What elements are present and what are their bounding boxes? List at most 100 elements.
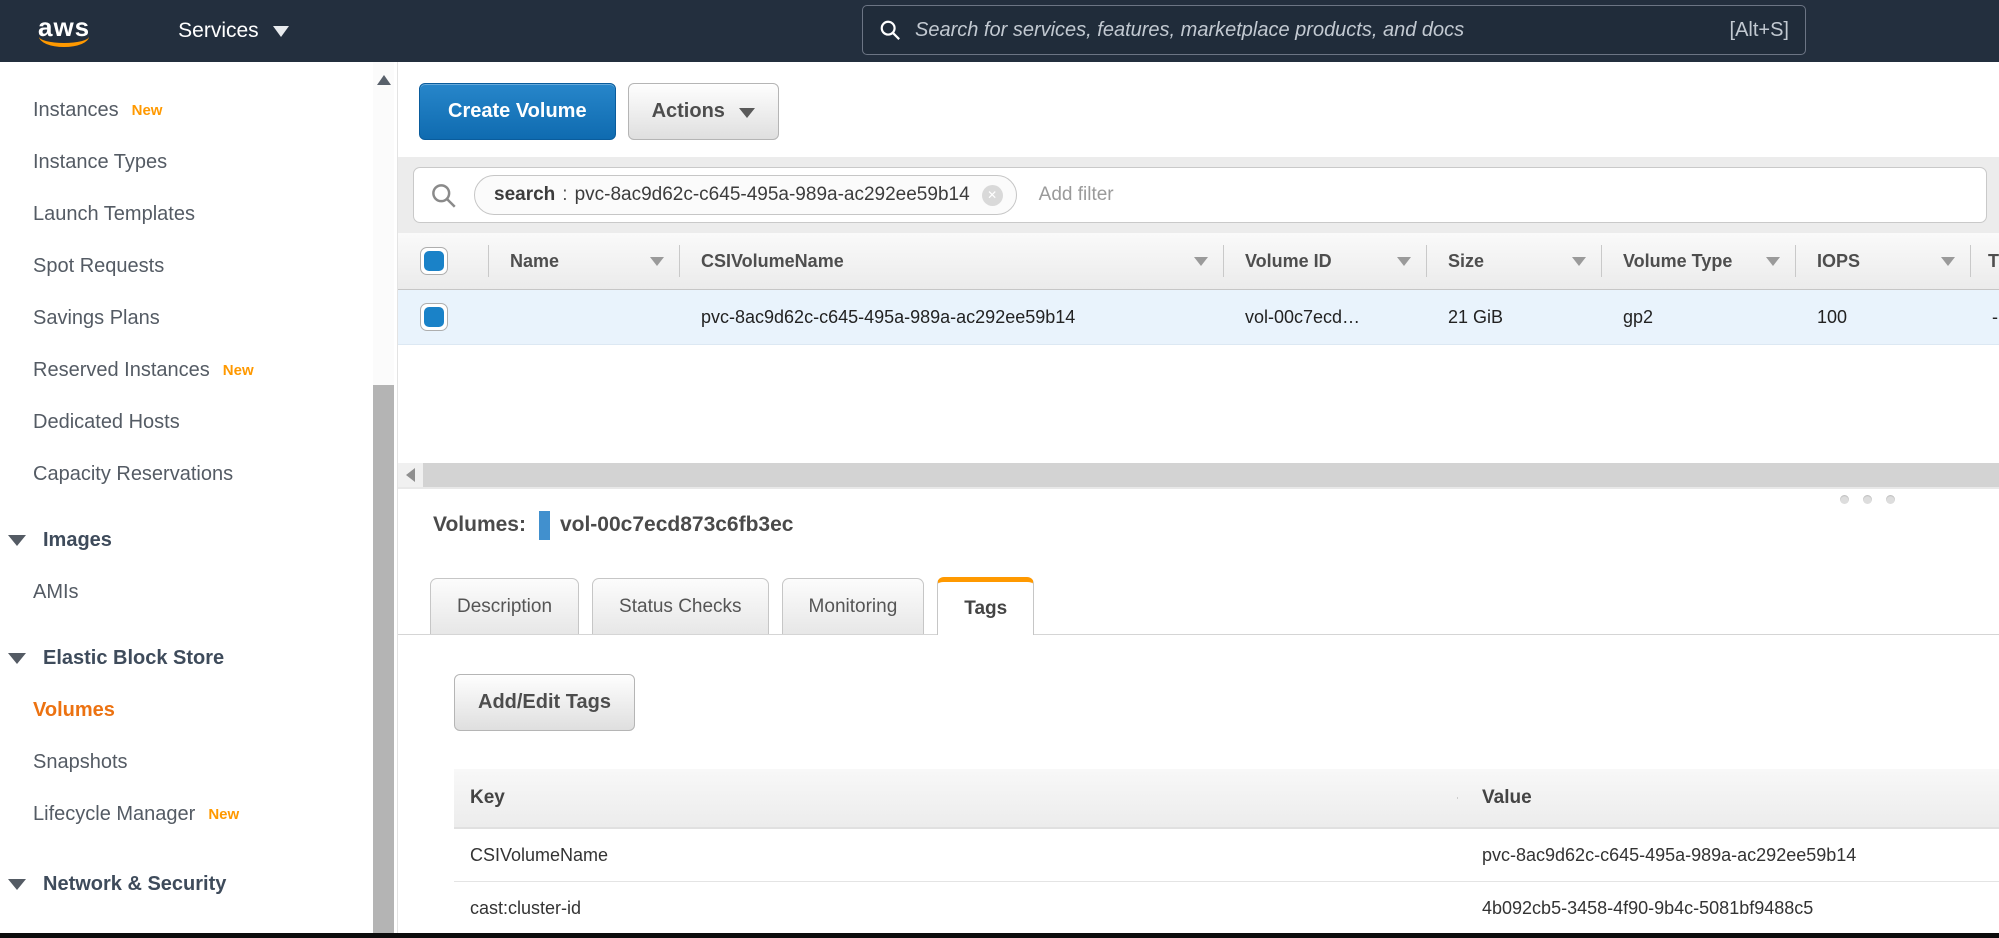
sidebar-section-label: Network & Security xyxy=(43,873,226,896)
create-volume-button[interactable]: Create Volume xyxy=(419,83,616,140)
scrollbar-thumb[interactable] xyxy=(373,385,394,938)
tab-status-checks[interactable]: Status Checks xyxy=(592,578,769,634)
tags-tab-content: Add/Edit Tags Key Value CSIVolumeName pv… xyxy=(398,635,1999,938)
sidebar-section-label: Images xyxy=(43,529,112,552)
sidebar-item-instance-types[interactable]: Instance Types xyxy=(33,146,373,178)
cell-csivolumename: pvc-8ac9d62c-c645-495a-989a-ac292ee59b14 xyxy=(679,307,1223,328)
sidebar-item-instances[interactable]: Instances New xyxy=(33,94,373,126)
column-label: Name xyxy=(510,251,559,272)
scroll-left-button[interactable] xyxy=(398,463,423,487)
chevron-down-icon xyxy=(8,535,26,546)
services-menu[interactable]: Services xyxy=(178,19,289,43)
sidebar-item-dedicated-hosts[interactable]: Dedicated Hosts xyxy=(33,406,373,438)
sidebar-item-label: Instances xyxy=(33,99,119,122)
selected-volume-id: vol-00c7ecd873c6fb3ec xyxy=(560,513,794,537)
sidebar-section-elastic-block-store[interactable]: Elastic Block Store xyxy=(8,642,373,674)
column-header-name[interactable]: Name xyxy=(488,233,679,289)
volumes-table-header: Name CSIVolumeName Volume ID Size Volume… xyxy=(398,233,1999,290)
new-badge: New xyxy=(132,102,163,119)
sort-chevron-icon xyxy=(1397,257,1411,266)
filter-pill-search[interactable]: search : pvc-8ac9d62c-c645-495a-989a-ac2… xyxy=(474,175,1017,215)
sidebar-item-label: Spot Requests xyxy=(33,255,164,278)
cell-size: 21 GiB xyxy=(1426,307,1601,328)
column-header-volume-type[interactable]: Volume Type xyxy=(1601,233,1795,289)
sidebar-item-savings-plans[interactable]: Savings Plans xyxy=(33,302,373,334)
tag-key: cast:cluster-id xyxy=(454,898,1457,919)
sidebar-item-snapshots[interactable]: Snapshots xyxy=(33,746,373,778)
volume-table-row[interactable]: pvc-8ac9d62c-c645-495a-989a-ac292ee59b14… xyxy=(398,290,1999,345)
sidebar-item-spot-requests[interactable]: Spot Requests xyxy=(33,250,373,282)
sidebar-item-volumes[interactable]: Volumes xyxy=(33,694,373,726)
sidebar-item-reserved-instances[interactable]: Reserved Instances New xyxy=(33,354,373,386)
row-checkbox[interactable] xyxy=(420,303,448,331)
sidebar-section-images[interactable]: Images xyxy=(8,524,373,556)
horizontal-scrollbar[interactable] xyxy=(398,463,1999,487)
sidebar-item-label: Reserved Instances xyxy=(33,359,210,382)
aws-logo[interactable]: aws xyxy=(38,15,90,47)
sidebar-section-network-security[interactable]: Network & Security xyxy=(8,868,373,900)
scroll-up-arrow-icon[interactable] xyxy=(377,75,391,85)
tag-row: CSIVolumeName pvc-8ac9d62c-c645-495a-989… xyxy=(454,829,1999,882)
tag-value: 4b092cb5-3458-4f90-9b4c-5081bf9488c5 xyxy=(1457,898,1999,919)
volumes-toolbar: Create Volume Actions xyxy=(398,62,1999,157)
column-header-csivolumename[interactable]: CSIVolumeName xyxy=(679,233,1223,289)
sidebar-scrollbar[interactable] xyxy=(373,62,397,938)
tags-value-column-header: Value xyxy=(1457,787,1999,809)
chevron-down-icon xyxy=(8,653,26,664)
column-label: IOPS xyxy=(1817,251,1860,272)
search-icon xyxy=(879,19,901,41)
scrollbar-track[interactable] xyxy=(423,463,1999,487)
filter-pill-value: pvc-8ac9d62c-c645-495a-989a-ac292ee59b14 xyxy=(575,184,970,206)
column-header-truncated[interactable]: T xyxy=(1970,233,1999,289)
aws-smile-icon xyxy=(39,36,89,47)
column-header-size[interactable]: Size xyxy=(1426,233,1601,289)
sidebar-item-launch-templates[interactable]: Launch Templates xyxy=(33,198,373,230)
filter-pill-key: search xyxy=(494,184,555,206)
sidebar-navigation: Instances New Instance Types Launch Templ… xyxy=(0,62,373,938)
sort-chevron-icon xyxy=(1766,257,1780,266)
tab-monitoring[interactable]: Monitoring xyxy=(782,578,925,634)
sidebar-item-label: Instance Types xyxy=(33,151,167,174)
add-filter-button[interactable]: Add filter xyxy=(1039,184,1114,206)
sidebar-item-label: Launch Templates xyxy=(33,203,195,226)
column-label: Volume ID xyxy=(1245,251,1332,272)
add-edit-tags-button[interactable]: Add/Edit Tags xyxy=(454,674,635,731)
sidebar-item-lifecycle-manager[interactable]: Lifecycle ManagerNew xyxy=(33,798,373,830)
chevron-down-icon xyxy=(739,108,755,118)
cell-iops: 100 xyxy=(1795,307,1970,328)
tab-description[interactable]: Description xyxy=(430,578,579,634)
sidebar-item-amis[interactable]: AMIs xyxy=(33,576,373,608)
column-label: Volume Type xyxy=(1623,251,1732,272)
filter-pill-separator: : xyxy=(562,184,567,206)
sidebar-item-label: Dedicated Hosts xyxy=(33,411,180,434)
tags-key-column-header: Key xyxy=(454,787,1457,809)
top-navigation-bar: aws Services [Alt+S] xyxy=(0,0,1999,62)
sort-chevron-icon xyxy=(1572,257,1586,266)
column-label: Size xyxy=(1448,251,1484,272)
global-search-box[interactable]: [Alt+S] xyxy=(862,5,1806,55)
pane-resize-divider xyxy=(398,487,1999,505)
tag-row: cast:cluster-id 4b092cb5-3458-4f90-9b4c-… xyxy=(454,882,1999,935)
remove-filter-icon[interactable] xyxy=(982,185,1003,206)
tab-tags[interactable]: Tags xyxy=(937,577,1034,635)
actions-button[interactable]: Actions xyxy=(628,83,779,140)
cell-volume-type: gp2 xyxy=(1601,307,1795,328)
sidebar-section-label: Elastic Block Store xyxy=(43,647,224,670)
sidebar-item-label: AMIs xyxy=(33,581,79,604)
select-all-cell xyxy=(398,233,488,289)
tags-table-header: Key Value xyxy=(454,769,1999,829)
main-content: Create Volume Actions search : pvc-8ac9d… xyxy=(397,62,1999,938)
sidebar-item-capacity-reservations[interactable]: Capacity Reservations xyxy=(33,458,373,490)
services-label: Services xyxy=(178,19,259,43)
column-header-iops[interactable]: IOPS xyxy=(1795,233,1970,289)
drag-handle-icon[interactable] xyxy=(1840,495,1895,504)
sidebar-item-label: Capacity Reservations xyxy=(33,463,233,486)
new-badge: New xyxy=(223,362,254,379)
cell-volume-id: vol-00c7ecd… xyxy=(1223,307,1426,328)
search-shortcut-hint: [Alt+S] xyxy=(1730,19,1789,42)
global-search-input[interactable] xyxy=(915,19,1730,42)
chevron-down-icon xyxy=(8,879,26,890)
column-header-volume-id[interactable]: Volume ID xyxy=(1223,233,1426,289)
select-all-checkbox[interactable] xyxy=(420,247,448,275)
filter-input-box[interactable]: search : pvc-8ac9d62c-c645-495a-989a-ac2… xyxy=(413,167,1987,223)
